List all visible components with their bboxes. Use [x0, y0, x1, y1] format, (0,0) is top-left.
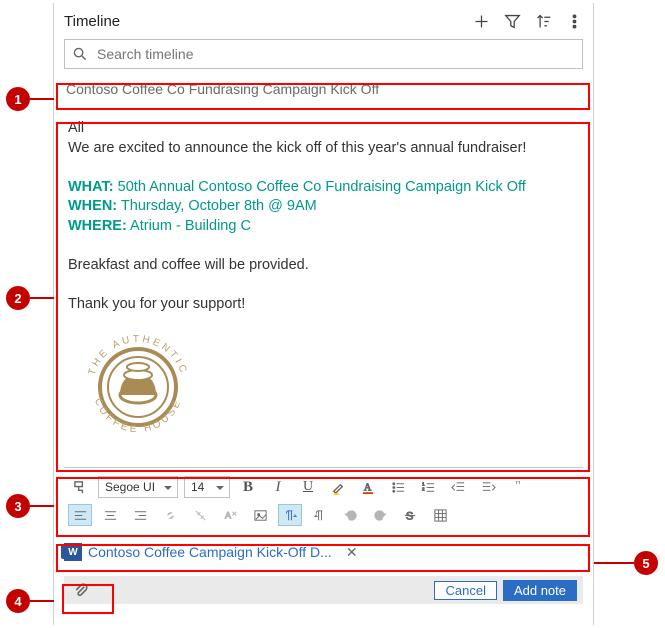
- font-color-button[interactable]: A: [356, 476, 380, 498]
- rich-text-toolbar: Segoe UI 14 B I U A 12 " A S: [64, 467, 583, 536]
- callout-4: 4: [6, 589, 30, 613]
- indent-button[interactable]: [476, 476, 500, 498]
- outdent-button[interactable]: [446, 476, 470, 498]
- rtl-button[interactable]: [308, 504, 332, 526]
- align-left-button[interactable]: [68, 504, 92, 526]
- undo-button[interactable]: [338, 504, 362, 526]
- remove-attachment-icon[interactable]: ✕: [346, 544, 358, 561]
- bold-button[interactable]: B: [236, 476, 260, 498]
- format-painter-icon[interactable]: [68, 476, 92, 498]
- add-icon[interactable]: [473, 13, 490, 30]
- what-label: WHAT:: [68, 179, 114, 195]
- callout-1: 1: [6, 87, 30, 111]
- where-label: WHERE:: [68, 218, 127, 234]
- cancel-button[interactable]: Cancel: [434, 581, 496, 600]
- body-greeting: All: [68, 119, 579, 139]
- redo-button[interactable]: [368, 504, 392, 526]
- link-button[interactable]: [158, 504, 182, 526]
- strikethrough-button[interactable]: S: [398, 504, 422, 526]
- logo-image: THE AUTHENTIC COFFEE HOUSE: [68, 317, 208, 457]
- callout-3: 3: [6, 494, 30, 518]
- attachment-name[interactable]: Contoso Coffee Campaign Kick-Off D...: [88, 544, 332, 560]
- align-center-button[interactable]: [98, 504, 122, 526]
- svg-text:2: 2: [421, 486, 424, 491]
- number-list-button[interactable]: 12: [416, 476, 440, 498]
- font-family-select[interactable]: Segoe UI: [98, 476, 178, 498]
- add-note-button[interactable]: Add note: [503, 580, 577, 601]
- table-button[interactable]: [428, 504, 452, 526]
- callout-2: 2: [6, 286, 30, 310]
- callout-5: 5: [634, 551, 658, 575]
- bullet-list-button[interactable]: [386, 476, 410, 498]
- when-value: Thursday, October 8th @ 9AM: [121, 198, 317, 214]
- unlink-button[interactable]: [188, 504, 212, 526]
- quote-button[interactable]: ": [506, 476, 530, 498]
- what-value: 50th Annual Contoso Coffee Co Fundraisin…: [118, 179, 526, 195]
- search-icon: [73, 47, 87, 61]
- attach-file-icon[interactable]: [70, 579, 92, 601]
- body-closing2: Thank you for your support!: [68, 295, 579, 315]
- ltr-button[interactable]: [278, 504, 302, 526]
- svg-text:A: A: [224, 510, 231, 520]
- body-intro: We are excited to announce the kick off …: [68, 139, 579, 159]
- word-doc-icon: W: [64, 543, 82, 561]
- filter-icon[interactable]: [504, 13, 521, 30]
- underline-button[interactable]: U: [296, 476, 320, 498]
- svg-text:A: A: [363, 482, 371, 493]
- align-right-button[interactable]: [128, 504, 152, 526]
- sort-icon[interactable]: [535, 13, 552, 30]
- attachment-row: W Contoso Coffee Campaign Kick-Off D... …: [64, 540, 583, 564]
- action-bar: Cancel Add note: [64, 576, 583, 604]
- note-body[interactable]: All We are excited to announce the kick …: [64, 111, 583, 457]
- timeline-panel: Timeline Contoso Coffee Co Fundrasing Ca…: [53, 3, 594, 625]
- body-closing1: Breakfast and coffee will be provided.: [68, 256, 579, 276]
- when-label: WHEN:: [68, 198, 117, 214]
- italic-button[interactable]: I: [266, 476, 290, 498]
- clear-format-button[interactable]: A: [218, 504, 242, 526]
- search-field[interactable]: [64, 39, 583, 69]
- font-size-select[interactable]: 14: [184, 476, 230, 498]
- timeline-title: Timeline: [64, 13, 473, 30]
- more-icon[interactable]: [566, 13, 583, 30]
- search-input[interactable]: [95, 45, 574, 63]
- svg-text:S: S: [405, 510, 413, 522]
- image-button[interactable]: [248, 504, 272, 526]
- where-value: Atrium - Building C: [130, 218, 251, 234]
- note-title[interactable]: Contoso Coffee Co Fundrasing Campaign Ki…: [64, 77, 583, 101]
- timeline-header: Timeline: [54, 3, 593, 37]
- highlight-button[interactable]: [326, 476, 350, 498]
